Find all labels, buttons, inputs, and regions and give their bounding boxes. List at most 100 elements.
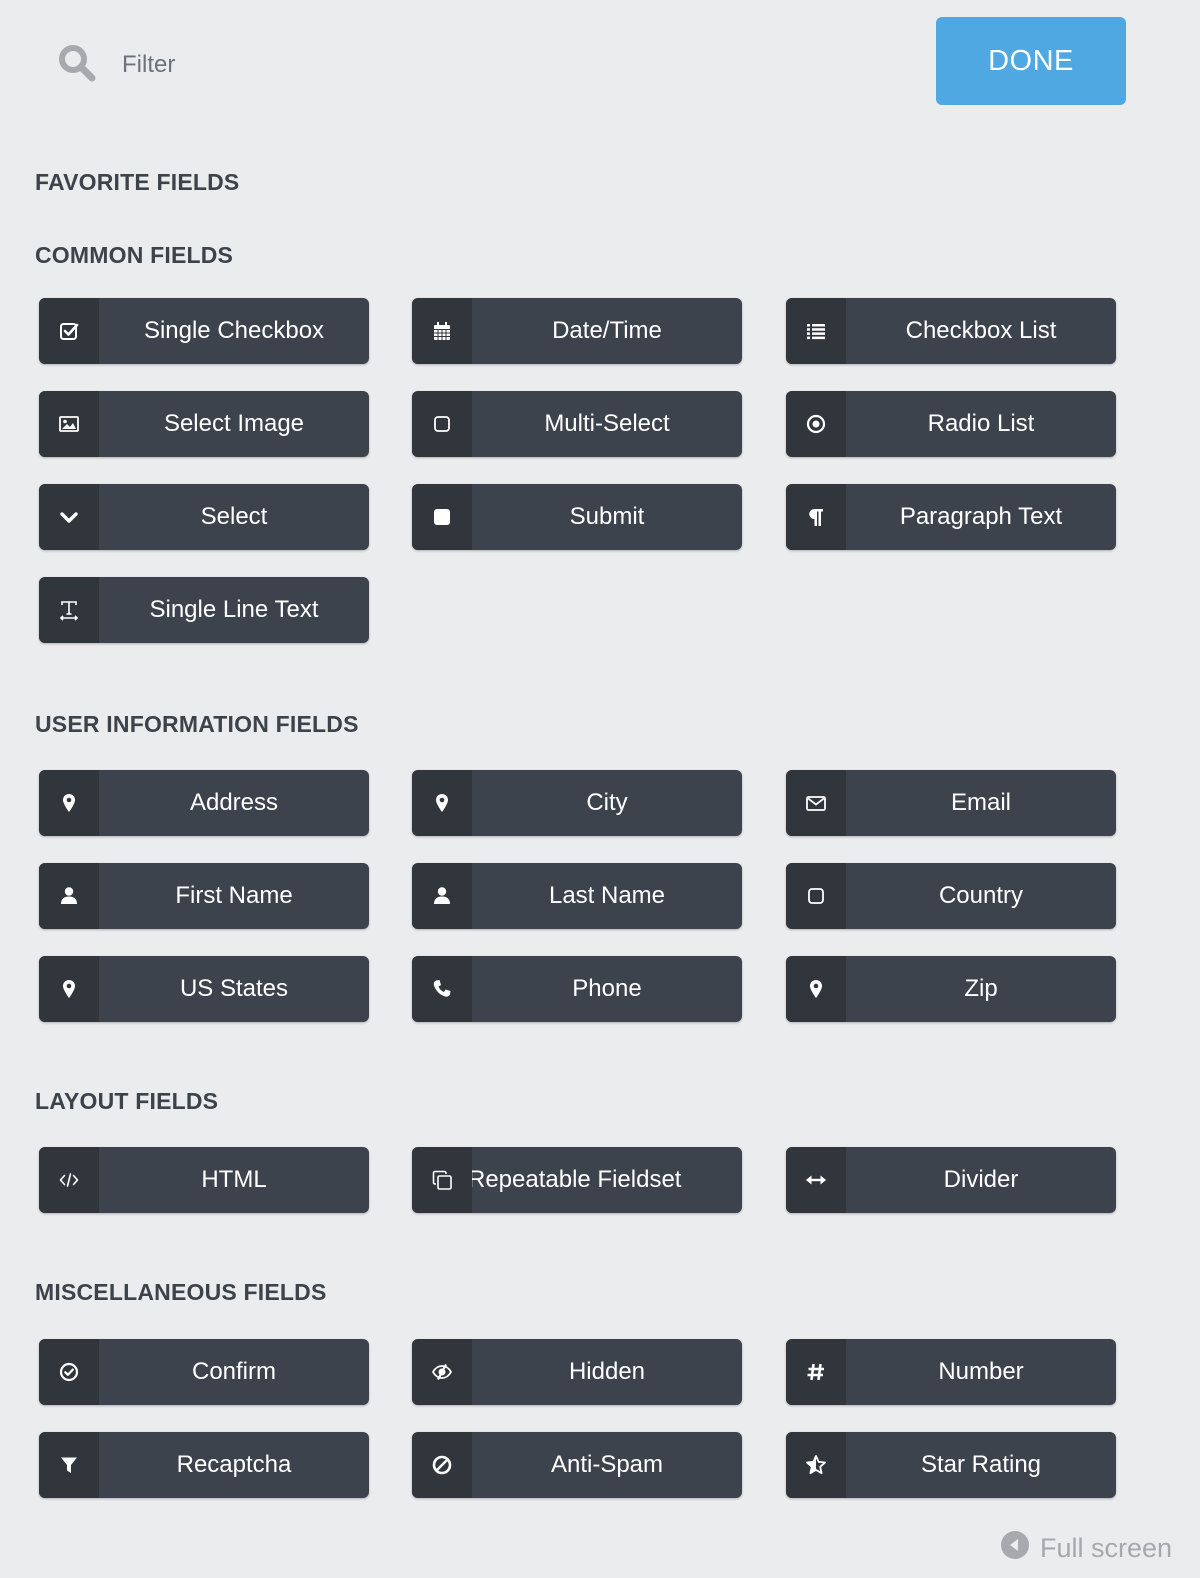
field-button-text: Multi-Select xyxy=(544,410,670,437)
section-title-common: COMMON FIELDS xyxy=(35,242,234,268)
check-circle-icon xyxy=(39,1339,99,1405)
field-button-text: Confirm xyxy=(191,1358,276,1385)
field-button-text: Recaptcha xyxy=(176,1451,292,1478)
field-button-text: Hidden xyxy=(568,1358,646,1385)
field-button-paragraph-text[interactable]: Paragraph Text xyxy=(786,484,1116,550)
field-button-label: Date/Time xyxy=(472,298,742,364)
field-button-star-rating[interactable]: Star Rating xyxy=(786,1432,1116,1498)
paragraph-icon xyxy=(786,484,846,550)
field-button-text: Select Image xyxy=(163,410,305,437)
field-button-text: Checkbox List xyxy=(905,317,1057,344)
filter-icon xyxy=(39,1432,99,1498)
map-marker-icon xyxy=(412,770,472,836)
field-button-text: Zip xyxy=(964,975,998,1002)
field-button-select-image[interactable]: Select Image xyxy=(39,391,369,457)
field-button-last-name[interactable]: Last Name xyxy=(412,863,742,929)
image-icon xyxy=(39,391,99,457)
field-button-label: Divider xyxy=(846,1147,1116,1213)
field-button-zip[interactable]: Zip xyxy=(786,956,1116,1022)
field-button-submit[interactable]: Submit xyxy=(412,484,742,550)
field-button-label: Radio List xyxy=(846,391,1116,457)
field-button-text: Paragraph Text xyxy=(899,503,1063,530)
field-button-multi-select[interactable]: Multi-Select xyxy=(412,391,742,457)
map-marker-icon xyxy=(39,956,99,1022)
field-button-label: Paragraph Text xyxy=(846,484,1116,550)
field-button-country[interactable]: Country xyxy=(786,863,1116,929)
field-button-label: First Name xyxy=(99,863,369,929)
field-button-email[interactable]: Email xyxy=(786,770,1116,836)
radio-icon xyxy=(786,391,846,457)
eye-slash-icon xyxy=(412,1339,472,1405)
field-button-text: Submit xyxy=(569,503,645,530)
field-button-label: Confirm xyxy=(99,1339,369,1405)
user-icon xyxy=(412,863,472,929)
field-button-label: Recaptcha xyxy=(99,1432,369,1498)
text-width-icon xyxy=(39,577,99,643)
field-button-anti-spam[interactable]: Anti-Spam xyxy=(412,1432,742,1498)
done-button[interactable]: DONE xyxy=(936,17,1126,105)
field-button-label: Last Name xyxy=(472,863,742,929)
section-title-user-information: USER INFORMATION FIELDS xyxy=(35,711,359,737)
field-button-label: Star Rating xyxy=(846,1432,1116,1498)
user-icon xyxy=(39,863,99,929)
section-title-miscellaneous: MISCELLANEOUS FIELDS xyxy=(35,1279,327,1305)
field-button-label: Phone xyxy=(472,956,742,1022)
field-button-text: Country xyxy=(938,882,1024,909)
field-button-label: Select xyxy=(99,484,369,550)
field-button-label: Number xyxy=(846,1339,1116,1405)
field-button-text: Radio List xyxy=(927,410,1035,437)
field-button-text: Phone xyxy=(572,975,642,1002)
field-button-text: Divider xyxy=(943,1166,1019,1193)
field-button-phone[interactable]: Phone xyxy=(412,956,742,1022)
field-button-single-checkbox[interactable]: Single Checkbox xyxy=(39,298,369,364)
list-icon xyxy=(786,298,846,364)
field-button-label: Anti-Spam xyxy=(472,1432,742,1498)
field-button-label: Zip xyxy=(846,956,1116,1022)
field-button-label: Country xyxy=(846,863,1116,929)
field-button-text: US States xyxy=(179,975,289,1002)
field-button-city[interactable]: City xyxy=(412,770,742,836)
field-button-radio-list[interactable]: Radio List xyxy=(786,391,1116,457)
fullscreen-label: Full screen xyxy=(1040,1533,1173,1563)
field-button-text: Anti-Spam xyxy=(550,1451,664,1478)
section-title-favorite: FAVORITE FIELDS xyxy=(35,169,240,195)
field-button-text: Email xyxy=(950,789,1011,816)
field-button-confirm[interactable]: Confirm xyxy=(39,1339,369,1405)
field-button-label: US States xyxy=(99,956,369,1022)
field-button-label: Single Line Text xyxy=(99,577,369,643)
filter-input[interactable] xyxy=(122,51,422,79)
field-button-html[interactable]: HTML xyxy=(39,1147,369,1213)
field-button-select[interactable]: Select xyxy=(39,484,369,550)
field-button-date-time[interactable]: Date/Time xyxy=(412,298,742,364)
field-button-label: Single Checkbox xyxy=(99,298,369,364)
field-button-hidden[interactable]: Hidden xyxy=(412,1339,742,1405)
field-button-text: Address xyxy=(189,789,279,816)
top-bar: DONE xyxy=(0,0,1200,130)
code-icon xyxy=(39,1147,99,1213)
field-button-number[interactable]: Number xyxy=(786,1339,1116,1405)
field-button-label: Select Image xyxy=(99,391,369,457)
field-button-text: Single Checkbox xyxy=(143,317,325,344)
field-button-checkbox-list[interactable]: Checkbox List xyxy=(786,298,1116,364)
field-button-address[interactable]: Address xyxy=(39,770,369,836)
field-button-us-states[interactable]: US States xyxy=(39,956,369,1022)
field-button-text: City xyxy=(586,789,628,816)
field-button-text: Last Name xyxy=(548,882,666,909)
field-button-label: Multi-Select xyxy=(472,391,742,457)
field-button-divider[interactable]: Divider xyxy=(786,1147,1116,1213)
field-button-first-name[interactable]: First Name xyxy=(39,863,369,929)
field-button-text: First Name xyxy=(175,882,293,909)
arrows-horizontal-icon xyxy=(786,1147,846,1213)
section-title-layout: LAYOUT FIELDS xyxy=(35,1088,219,1114)
star-half-icon xyxy=(786,1432,846,1498)
field-button-recaptcha[interactable]: Recaptcha xyxy=(39,1432,369,1498)
field-button-label: Checkbox List xyxy=(846,298,1116,364)
field-button-repeatable-fieldset[interactable]: Repeatable Fieldset xyxy=(412,1147,742,1213)
fullscreen-button[interactable]: Full screen xyxy=(1000,1530,1172,1567)
field-button-text: Single Line Text xyxy=(149,596,319,623)
field-button-text: Star Rating xyxy=(920,1451,1042,1478)
field-button-label: City xyxy=(472,770,742,836)
field-button-single-line-text[interactable]: Single Line Text xyxy=(39,577,369,643)
field-button-label: Email xyxy=(846,770,1116,836)
field-button-text: Date/Time xyxy=(552,317,662,344)
